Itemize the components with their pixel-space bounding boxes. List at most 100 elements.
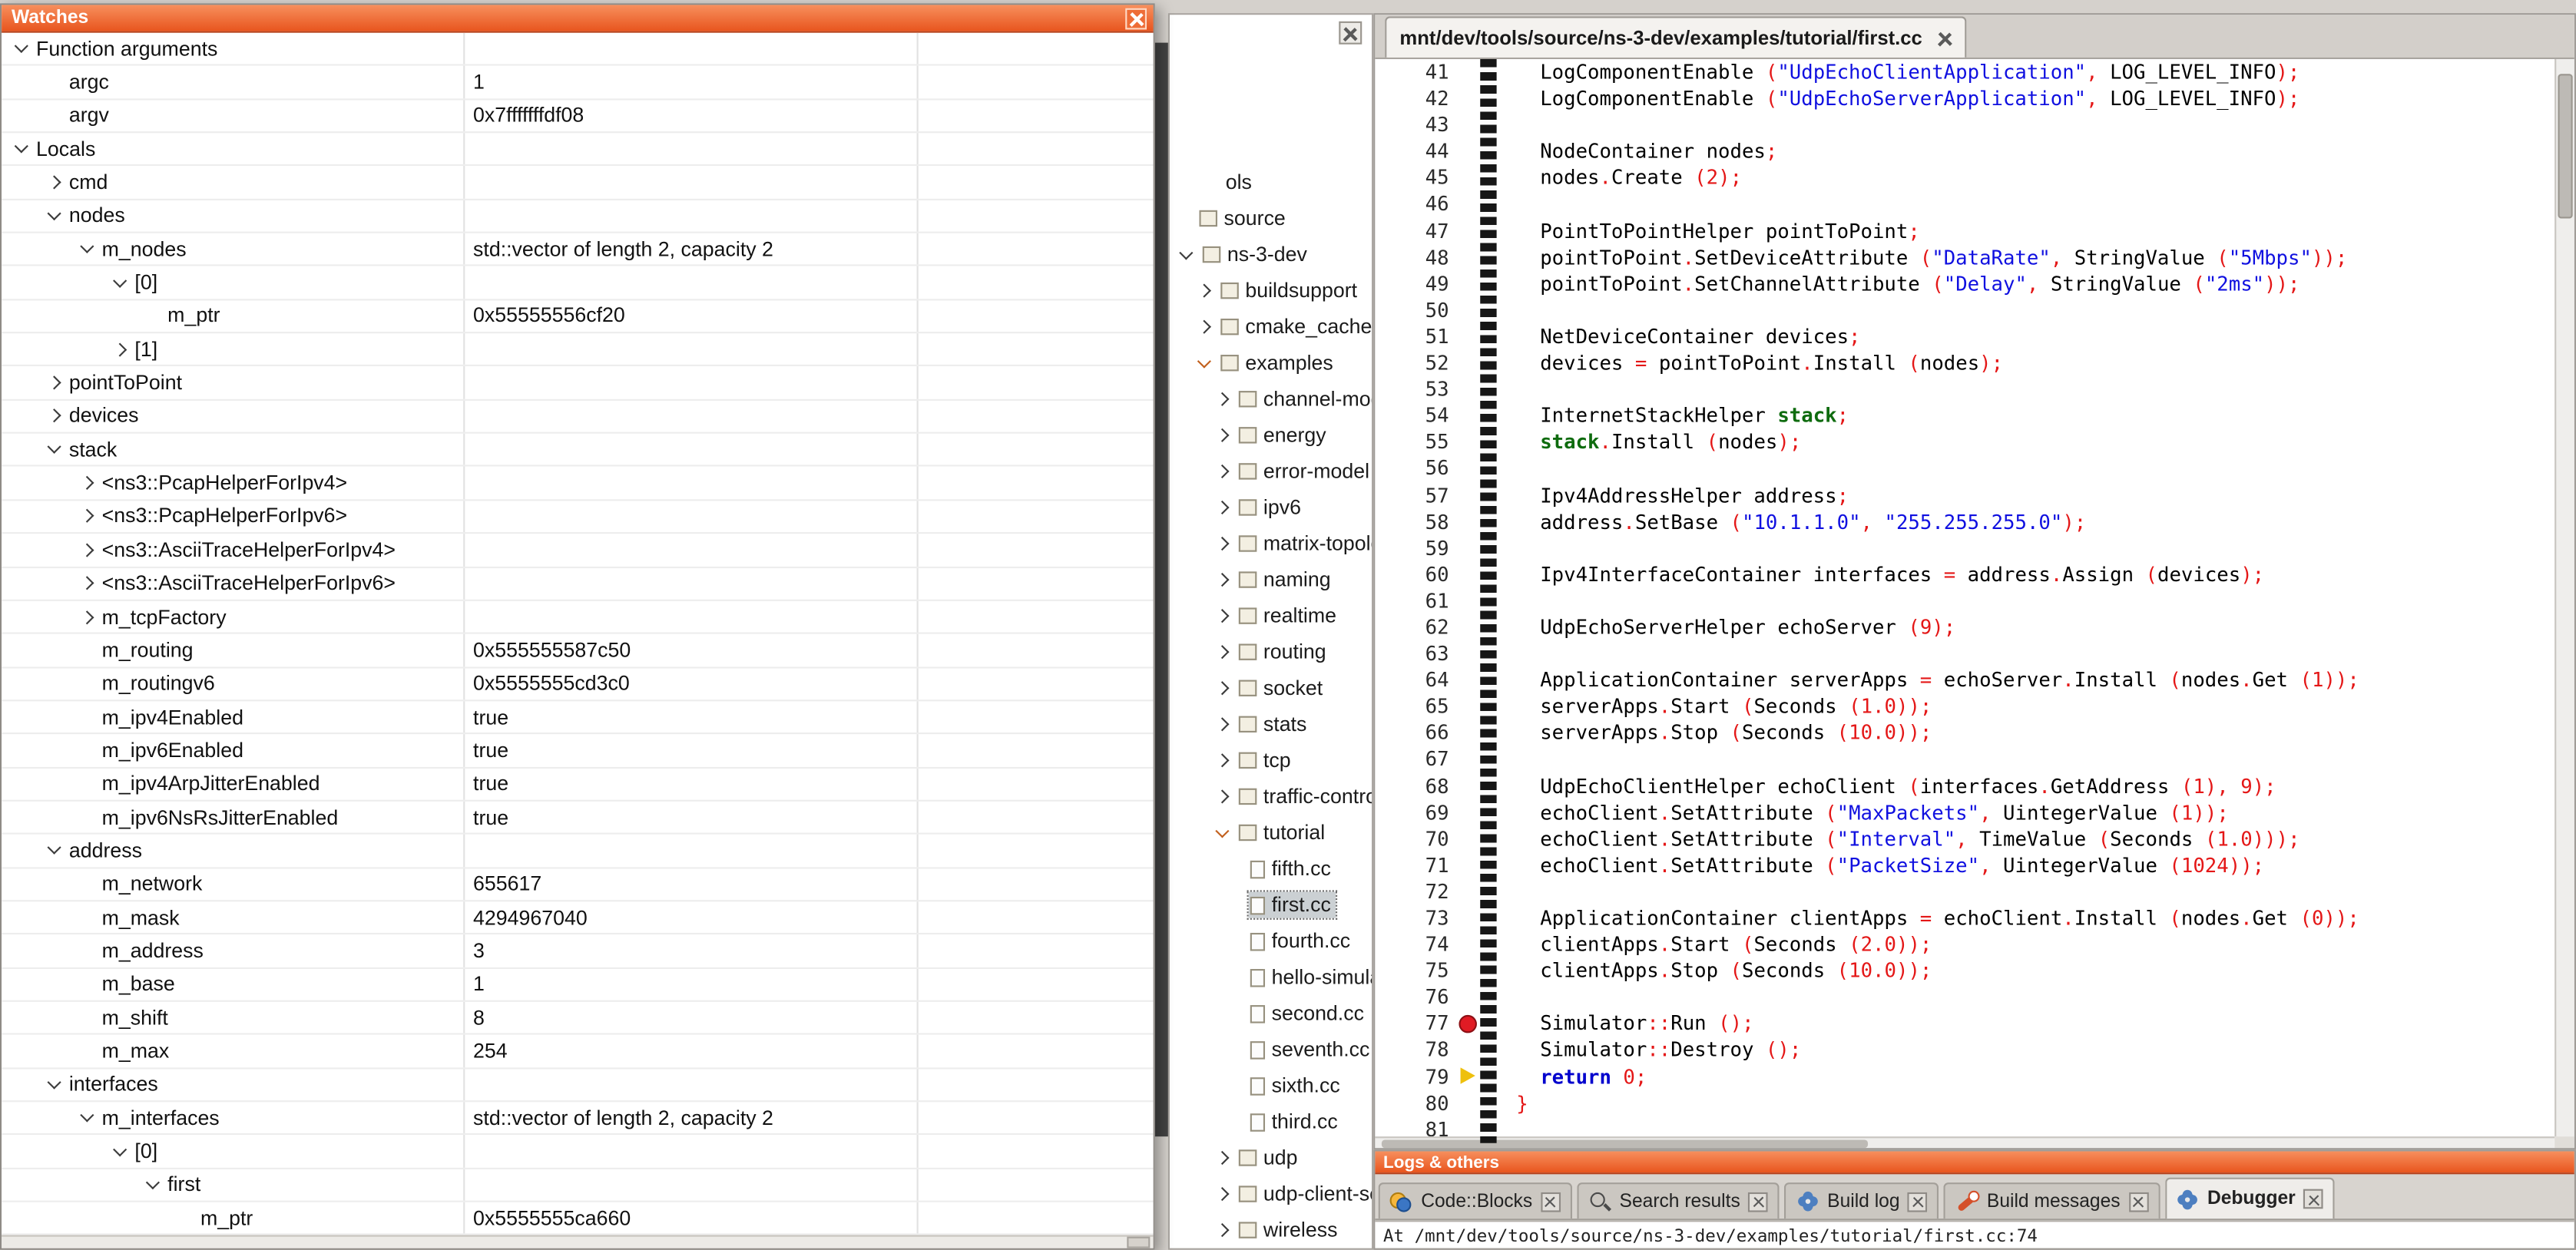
code-line-73[interactable]: 73 ApplicationContainer clientApps = ech… [1375,905,2554,931]
tree-item-first-cc[interactable]: first.cc [1170,887,1372,923]
watches-titlebar[interactable]: Watches [2,5,1153,32]
line-number[interactable]: 63 [1375,640,1457,666]
tree-item-fifth-cc[interactable]: fifth.cc [1170,851,1372,887]
tree-item-udp[interactable]: udp [1170,1139,1372,1176]
expand-icon[interactable] [80,510,94,524]
line-number[interactable]: 54 [1375,403,1457,429]
watch-row-m-ptr[interactable]: m_ptr0x5555555ca660 [2,1202,1153,1235]
expand-icon[interactable] [113,342,127,356]
watch-row-m-nodes[interactable]: m_nodesstd::vector of length 2, capacity… [2,233,1153,267]
tab-close-button[interactable] [1908,1192,1928,1212]
line-number[interactable]: 79 [1375,1063,1457,1090]
watch-row-m-ipv6nsrsjitterenabled[interactable]: m_ipv6NsRsJitterEnabledtrue [2,802,1153,835]
watch-row-function-arguments[interactable]: Function arguments [2,33,1153,67]
line-number[interactable]: 45 [1375,165,1457,191]
line-number[interactable]: 68 [1375,772,1457,799]
margin-marker[interactable] [1457,482,1480,508]
code-line-51[interactable]: 51 NetDeviceContainer devices; [1375,323,2554,349]
margin-marker[interactable] [1457,297,1480,323]
fold-margin[interactable] [1480,59,1496,1143]
code-line-53[interactable]: 53 [1375,376,2554,402]
tab-close-button[interactable] [2303,1189,2323,1209]
code-line-57[interactable]: 57 Ipv4AddressHelper address; [1375,482,2554,508]
watch-row-m-shift[interactable]: m_shift8 [2,1002,1153,1036]
expand-icon[interactable] [48,376,61,390]
line-number[interactable]: 81 [1375,1116,1457,1136]
code-line-65[interactable]: 65 serverApps.Start (Seconds (1.0)); [1375,693,2554,719]
collapse-icon[interactable] [146,1176,160,1189]
line-number[interactable]: 72 [1375,878,1457,904]
watch-row-m-routingv6[interactable]: m_routingv60x5555555cd3c0 [2,668,1153,702]
margin-marker[interactable] [1457,587,1480,613]
tree-item-energy[interactable]: energy [1170,417,1372,453]
expand-icon[interactable] [1215,1223,1229,1237]
watch-row-cmd[interactable]: cmd [2,167,1153,200]
line-number[interactable]: 69 [1375,799,1457,825]
tree-item-source[interactable]: source [1170,200,1372,236]
watch-row-0[interactable]: [0] [2,266,1153,300]
margin-marker[interactable] [1457,878,1480,904]
line-number[interactable]: 74 [1375,931,1457,957]
code-line-66[interactable]: 66 serverApps.Stop (Seconds (10.0)); [1375,720,2554,746]
line-number[interactable]: 42 [1375,85,1457,111]
editor-hscrollbar[interactable] [1375,1136,2554,1148]
line-number[interactable]: 57 [1375,482,1457,508]
tree-item-seventh-cc[interactable]: seventh.cc [1170,1031,1372,1067]
expand-icon[interactable] [80,610,94,623]
tree-item-channel-models[interactable]: channel-models [1170,381,1372,417]
expand-icon[interactable] [80,543,94,557]
tree-item-fourth-cc[interactable]: fourth.cc [1170,923,1372,959]
margin-marker[interactable] [1457,270,1480,296]
watch-row-m-tcpfactory[interactable]: m_tcpFactory [2,601,1153,635]
code-line-64[interactable]: 64 ApplicationContainer serverApps = ech… [1375,667,2554,693]
tree-item-tutorial[interactable]: tutorial [1170,815,1372,851]
margin-marker[interactable] [1457,535,1480,561]
watch-row-address[interactable]: address [2,835,1153,868]
editor-tab-first-cc[interactable]: mnt/dev/tools/source/ns-3-dev/examples/t… [1385,16,1966,57]
expand-icon[interactable] [1197,284,1211,298]
code-line-74[interactable]: 74 clientApps.Start (Seconds (2.0)); [1375,931,2554,957]
line-number[interactable]: 49 [1375,270,1457,296]
code-line-72[interactable]: 72 [1375,878,2554,904]
margin-marker[interactable] [1457,244,1480,270]
watch-row-first[interactable]: first [2,1169,1153,1202]
code-line-49[interactable]: 49 pointToPoint.SetChannelAttribute ("De… [1375,270,2554,296]
margin-marker[interactable] [1457,931,1480,957]
code-line-45[interactable]: 45 nodes.Create (2); [1375,165,2554,191]
margin-marker[interactable] [1457,640,1480,666]
margin-marker[interactable] [1457,825,1480,852]
collapse-icon[interactable] [1179,245,1193,259]
margin-marker[interactable] [1457,165,1480,191]
collapse-icon[interactable] [113,273,127,287]
margin-marker[interactable] [1457,984,1480,1010]
margin-marker[interactable] [1457,746,1480,772]
code-line-71[interactable]: 71 echoClient.SetAttribute ("PacketSize"… [1375,852,2554,878]
margin-marker[interactable] [1457,429,1480,455]
margin-marker[interactable] [1457,1010,1480,1037]
line-number[interactable]: 51 [1375,323,1457,349]
watch-row-devices[interactable]: devices [2,400,1153,434]
line-number[interactable]: 56 [1375,455,1457,481]
line-number[interactable]: 46 [1375,191,1457,217]
code-line-62[interactable]: 62 UdpEchoServerHelper echoServer (9); [1375,614,2554,640]
panel-scrollbar-divider[interactable] [1155,43,1168,1137]
line-number[interactable]: 62 [1375,614,1457,640]
code-area[interactable]: 41 LogComponentEnable ("UdpEchoClientApp… [1375,59,2554,1136]
collapse-icon[interactable] [1215,823,1229,837]
margin-marker[interactable] [1457,720,1480,746]
margin-marker[interactable] [1457,323,1480,349]
margin-marker[interactable] [1457,85,1480,111]
code-line-56[interactable]: 56 [1375,455,2554,481]
code-line-41[interactable]: 41 LogComponentEnable ("UdpEchoClientApp… [1375,59,2554,85]
code-line-59[interactable]: 59 [1375,535,2554,561]
expand-icon[interactable] [1215,501,1229,514]
watch-row-m-ipv4arpjitterenabled[interactable]: m_ipv4ArpJitterEnabledtrue [2,768,1153,802]
margin-marker[interactable] [1457,561,1480,587]
code-line-42[interactable]: 42 LogComponentEnable ("UdpEchoServerApp… [1375,85,2554,111]
margin-marker[interactable] [1457,376,1480,402]
tree-item-ipv6[interactable]: ipv6 [1170,489,1372,525]
tree-item-sixth-cc[interactable]: sixth.cc [1170,1067,1372,1103]
tree-item-ns-3-dev[interactable]: ns-3-dev [1170,236,1372,273]
code-line-76[interactable]: 76 [1375,984,2554,1010]
line-number[interactable]: 50 [1375,297,1457,323]
